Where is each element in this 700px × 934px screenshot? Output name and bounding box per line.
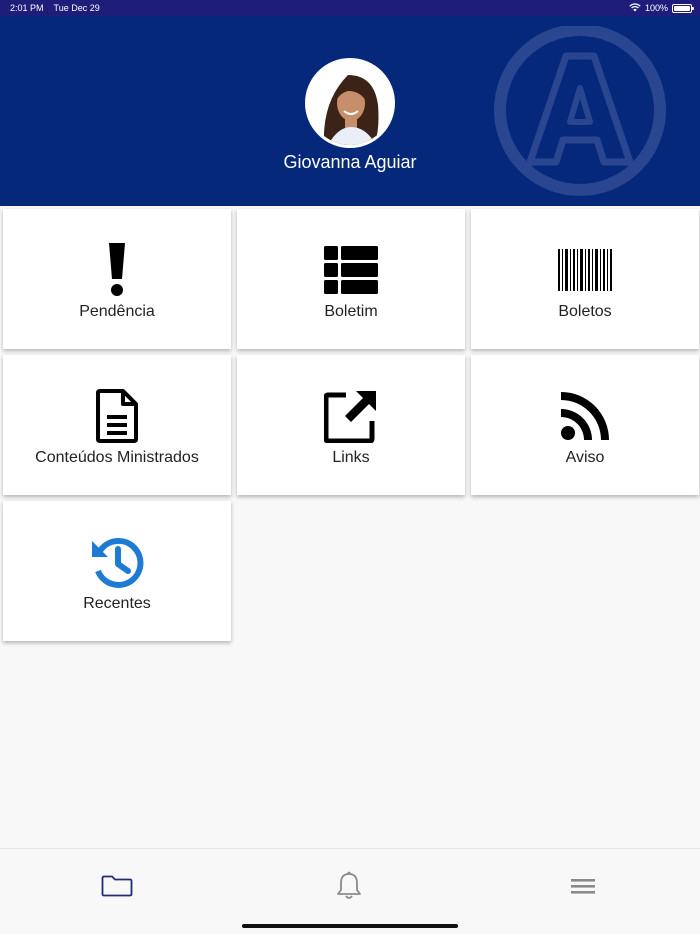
tile-links[interactable]: Links xyxy=(237,355,465,495)
menu-icon[interactable] xyxy=(565,871,601,901)
document-icon xyxy=(87,388,147,444)
status-date: Tue Dec 29 xyxy=(53,3,100,13)
tile-label: Pendência xyxy=(79,303,155,320)
tab-bar xyxy=(0,848,700,934)
rss-icon xyxy=(555,388,615,444)
tile-pendencia[interactable]: Pendência xyxy=(3,209,231,349)
tile-label: Links xyxy=(332,449,370,466)
tile-label: Conteúdos Ministrados xyxy=(35,449,199,466)
avatar[interactable] xyxy=(305,58,395,148)
history-icon xyxy=(87,534,147,590)
tile-label: Boletim xyxy=(324,303,378,320)
barcode-icon xyxy=(555,242,615,298)
tile-boletim[interactable]: Boletim xyxy=(237,209,465,349)
school-logo-watermark xyxy=(494,26,666,196)
table-list-icon xyxy=(321,242,381,298)
status-time: 2:01 PM xyxy=(10,3,44,13)
tile-conteudos-ministrados[interactable]: Conteúdos Ministrados xyxy=(3,355,231,495)
status-bar: 2:01 PM Tue Dec 29 100% xyxy=(0,0,700,16)
folder-icon[interactable] xyxy=(99,871,135,901)
tile-aviso[interactable]: Aviso xyxy=(471,355,699,495)
home-indicator[interactable] xyxy=(242,924,458,928)
battery-icon xyxy=(672,3,694,13)
wifi-icon xyxy=(629,2,641,14)
tile-label: Aviso xyxy=(565,449,605,466)
external-link-icon xyxy=(321,388,381,444)
tile-label: Boletos xyxy=(558,303,612,320)
battery-percent: 100% xyxy=(644,3,668,13)
tile-label: Recentes xyxy=(83,595,151,612)
exclamation-icon xyxy=(87,242,147,298)
profile-header: Giovanna Aguiar xyxy=(0,16,700,206)
tile-boletos[interactable]: Boletos xyxy=(471,209,699,349)
bell-icon[interactable] xyxy=(331,871,367,901)
user-name: Giovanna Aguiar xyxy=(283,152,417,172)
tile-recentes[interactable]: Recentes xyxy=(3,501,231,641)
